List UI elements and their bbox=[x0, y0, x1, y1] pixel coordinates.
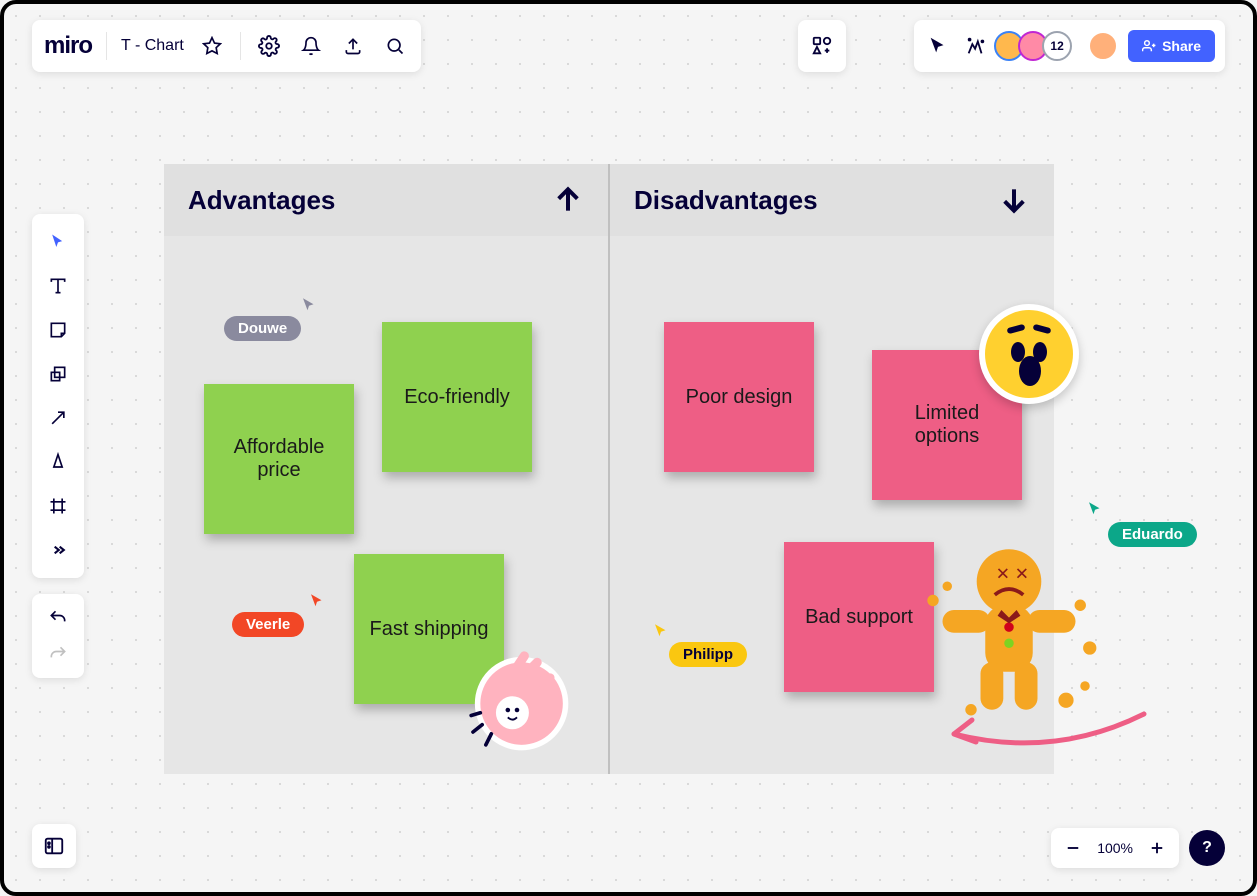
search-icon[interactable] bbox=[381, 32, 409, 60]
share-button[interactable]: Share bbox=[1128, 30, 1215, 62]
divider bbox=[240, 32, 241, 60]
cursor-pointer-icon bbox=[308, 592, 326, 615]
cursor-pointer-icon bbox=[300, 296, 318, 319]
redo-button[interactable] bbox=[38, 636, 78, 672]
bottom-right-controls: 100% ? bbox=[1051, 828, 1225, 868]
zoom-in-button[interactable] bbox=[1143, 834, 1171, 862]
sticky-poor-design[interactable]: Poor design bbox=[664, 322, 814, 472]
svg-text:✕: ✕ bbox=[996, 565, 1010, 584]
arrow-tool[interactable] bbox=[38, 398, 78, 438]
settings-icon[interactable] bbox=[255, 32, 283, 60]
cursor-pointer-icon bbox=[1086, 500, 1104, 523]
drawn-arrow[interactable] bbox=[934, 704, 1154, 764]
reactions-icon[interactable] bbox=[962, 32, 990, 60]
frame-tool[interactable] bbox=[38, 486, 78, 526]
board-title[interactable]: T - Chart bbox=[121, 37, 184, 55]
shape-tool[interactable] bbox=[38, 354, 78, 394]
advantages-label: Advantages bbox=[188, 185, 335, 216]
divider bbox=[106, 32, 107, 60]
avatar-self[interactable] bbox=[1088, 31, 1118, 61]
star-icon[interactable] bbox=[198, 32, 226, 60]
zoom-out-button[interactable] bbox=[1059, 834, 1087, 862]
sticky-bad-support[interactable]: Bad support bbox=[784, 542, 934, 692]
left-toolbar bbox=[32, 214, 84, 578]
ok-hand-sticker[interactable] bbox=[462, 644, 572, 754]
disadvantages-label: Disadvantages bbox=[634, 185, 818, 216]
wow-emoji-sticker[interactable] bbox=[979, 304, 1079, 404]
bell-icon[interactable] bbox=[297, 32, 325, 60]
pen-tool[interactable] bbox=[38, 442, 78, 482]
cursor-veerle: Veerle bbox=[232, 612, 304, 637]
text-tool[interactable] bbox=[38, 266, 78, 306]
sticky-tool[interactable] bbox=[38, 310, 78, 350]
participant-avatars[interactable]: 12 bbox=[1000, 31, 1072, 61]
miro-logo[interactable]: miro bbox=[44, 32, 92, 60]
svg-text:✕: ✕ bbox=[1015, 565, 1029, 584]
sidebar-toggle[interactable] bbox=[32, 824, 76, 868]
arrow-down-icon bbox=[998, 184, 1030, 216]
share-label: Share bbox=[1162, 38, 1201, 54]
arrow-up-icon bbox=[552, 184, 584, 216]
cursor-pointer-icon bbox=[652, 622, 670, 645]
select-tool[interactable] bbox=[38, 222, 78, 262]
zoom-control: 100% bbox=[1051, 828, 1179, 868]
cursor-mode-icon[interactable] bbox=[924, 32, 952, 60]
disadvantages-header[interactable]: Disadvantages bbox=[610, 164, 1054, 236]
cursor-eduardo: Eduardo bbox=[1108, 522, 1197, 547]
avatar-count[interactable]: 12 bbox=[1042, 31, 1072, 61]
sticky-eco-friendly[interactable]: Eco-friendly bbox=[382, 322, 532, 472]
sticky-affordable-price[interactable]: Affordable price bbox=[204, 384, 354, 534]
gingerbread-sticker[interactable]: ✕ ✕ bbox=[914, 534, 1104, 724]
help-button[interactable]: ? bbox=[1189, 830, 1225, 866]
undo-button[interactable] bbox=[38, 600, 78, 636]
cursor-philipp: Philipp bbox=[669, 642, 747, 667]
zoom-level[interactable]: 100% bbox=[1097, 840, 1133, 856]
topbar-left: miro T - Chart bbox=[32, 20, 421, 72]
advantages-header[interactable]: Advantages bbox=[164, 164, 608, 236]
undo-redo-panel bbox=[32, 594, 84, 678]
cursor-douwe: Douwe bbox=[224, 316, 301, 341]
more-tools[interactable] bbox=[38, 530, 78, 570]
apps-button[interactable] bbox=[798, 20, 846, 72]
export-icon[interactable] bbox=[339, 32, 367, 60]
topbar-right: 12 Share bbox=[914, 20, 1225, 72]
